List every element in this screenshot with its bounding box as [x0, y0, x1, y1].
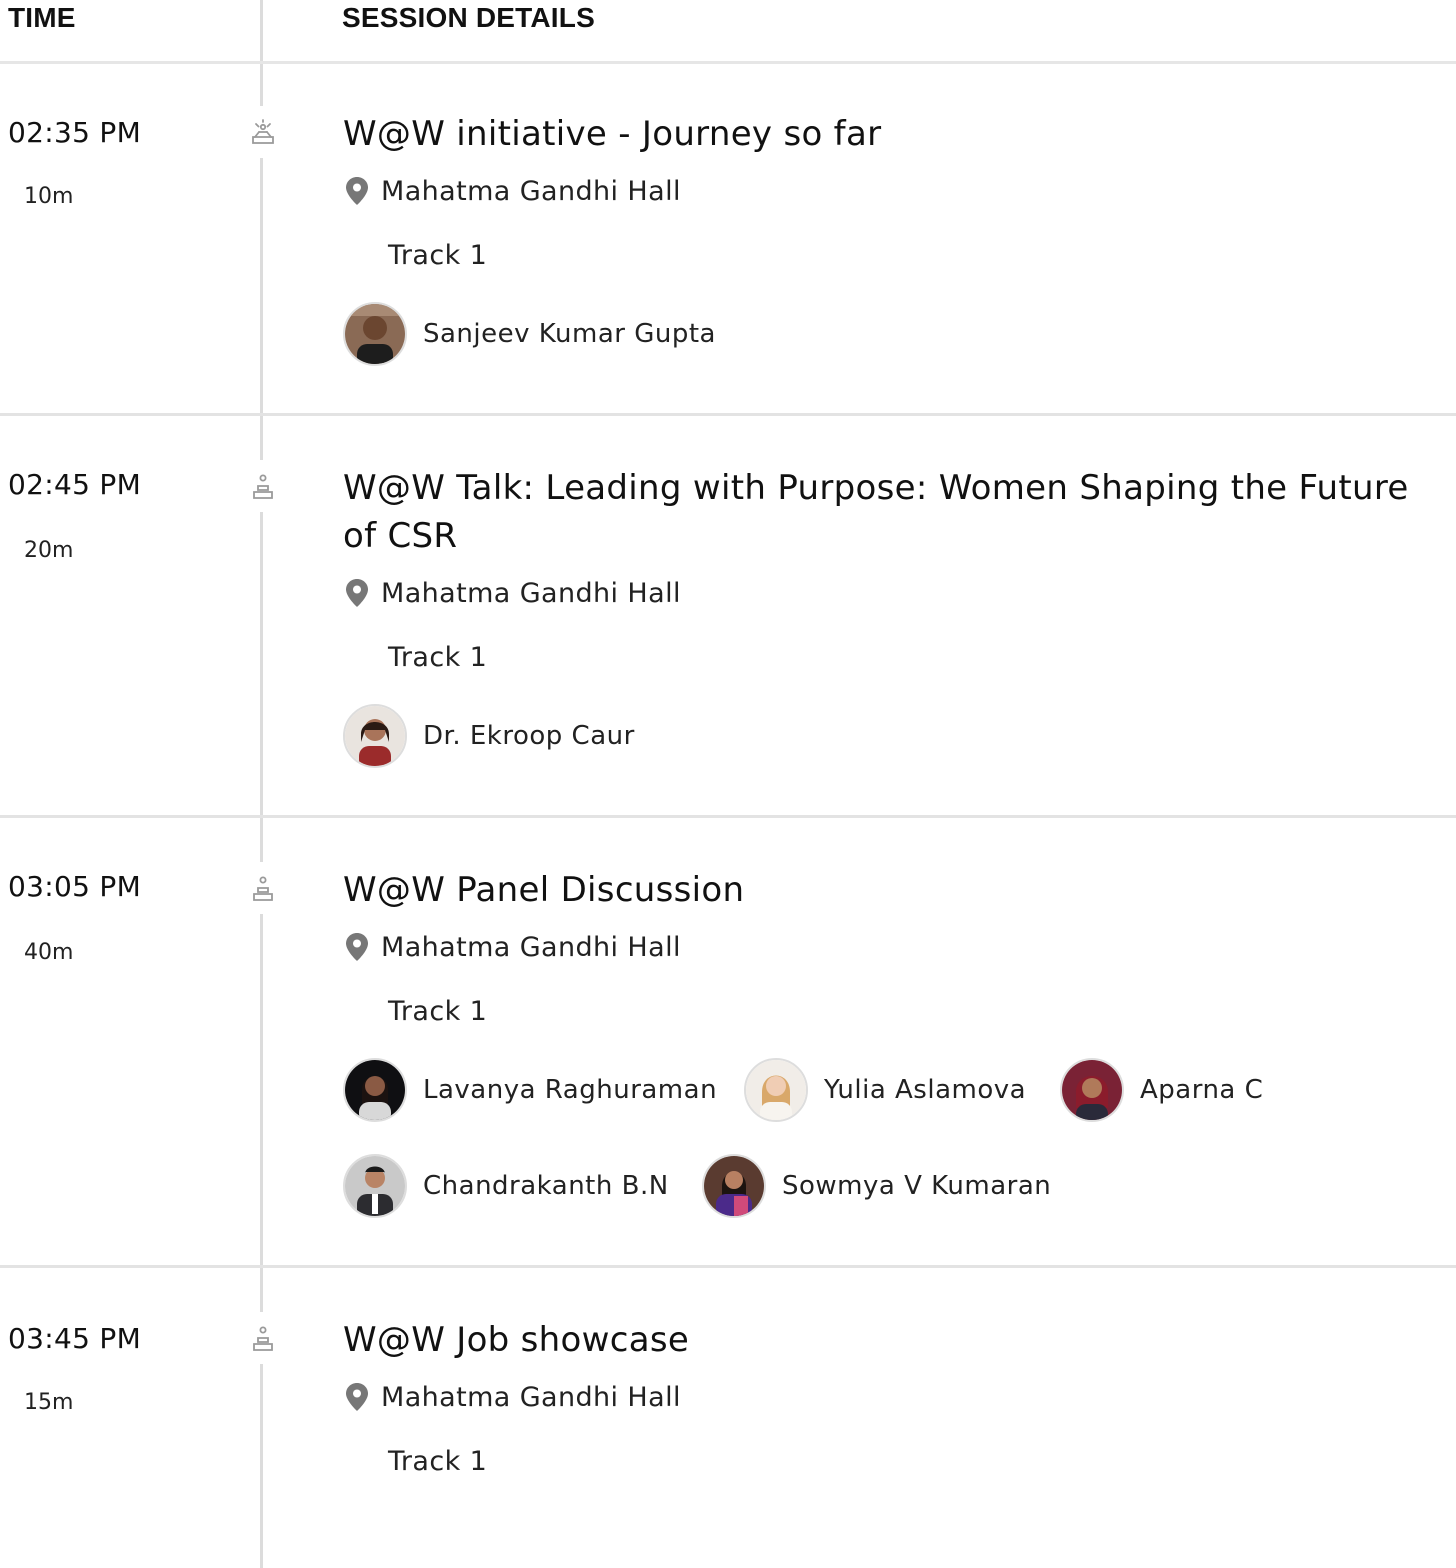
- location-pin-icon: [346, 932, 368, 961]
- location-name: Mahatma Gandhi Hall: [381, 176, 681, 207]
- speaker-chip[interactable]: Sowmya V Kumaran: [702, 1154, 1051, 1218]
- speaker-chip[interactable]: Sanjeev Kumar Gupta: [343, 302, 716, 366]
- session-track: Track 1: [388, 996, 488, 1027]
- session-location: Mahatma Gandhi Hall: [343, 176, 681, 209]
- session-time: 02:45 PM: [8, 468, 142, 501]
- session-details-column-header: SESSION DETAILS: [342, 2, 595, 33]
- podium-icon: [253, 474, 273, 499]
- speaker-avatar: [343, 1058, 407, 1122]
- session-track: Track 1: [388, 1446, 488, 1477]
- speaker-name: Chandrakanth B.N: [423, 1171, 669, 1201]
- speaker-name: Dr. Ekroop Caur: [423, 721, 635, 751]
- header-divider: [260, 0, 263, 61]
- speaker-name: Sowmya V Kumaran: [782, 1171, 1052, 1201]
- speaker-chip[interactable]: Dr. Ekroop Caur: [343, 704, 635, 768]
- session-duration: 20m: [24, 538, 74, 563]
- speaker-avatar: [702, 1154, 766, 1218]
- location-name: Mahatma Gandhi Hall: [381, 932, 681, 963]
- speaker-chip[interactable]: Chandrakanth B.N: [343, 1154, 669, 1218]
- speaker-chip[interactable]: Aparna C: [1060, 1058, 1263, 1122]
- location-name: Mahatma Gandhi Hall: [381, 578, 681, 609]
- session-track: Track 1: [388, 642, 488, 673]
- speaker-chip[interactable]: Lavanya Raghuraman: [343, 1058, 717, 1122]
- speaker-avatar: [343, 302, 407, 366]
- session-row[interactable]: 02:35 PM 10m W@W initiative - Journey so…: [0, 64, 1456, 416]
- podium-icon: [253, 1326, 273, 1351]
- podium-icon: [253, 876, 273, 901]
- session-row[interactable]: 03:45 PM 15m W@W Job showcase Mahatma Ga…: [0, 1268, 1456, 1568]
- session-time: 02:35 PM: [8, 116, 142, 149]
- session-duration: 40m: [24, 940, 74, 965]
- session-time: 03:05 PM: [8, 870, 142, 903]
- session-title[interactable]: W@W initiative - Journey so far: [343, 110, 1448, 158]
- session-row[interactable]: 02:45 PM 20m W@W Talk: Leading with Purp…: [0, 416, 1456, 818]
- speaker-avatar: [343, 1154, 407, 1218]
- speaker-avatar: [744, 1058, 808, 1122]
- location-pin-icon: [346, 176, 368, 205]
- speaker-name: Sanjeev Kumar Gupta: [423, 319, 716, 349]
- keynote-icon: [252, 119, 274, 144]
- speaker-name: Aparna C: [1140, 1075, 1264, 1105]
- session-duration: 15m: [24, 1390, 74, 1415]
- location-pin-icon: [346, 578, 368, 607]
- location-pin-icon: [346, 1382, 368, 1411]
- session-title[interactable]: W@W Panel Discussion: [343, 866, 1448, 914]
- session-duration: 10m: [24, 184, 74, 209]
- session-location: Mahatma Gandhi Hall: [343, 1382, 681, 1415]
- speaker-avatar: [343, 704, 407, 768]
- session-row[interactable]: 03:05 PM 40m W@W Panel Discussion Mahatm…: [0, 818, 1456, 1268]
- time-column-header: TIME: [8, 2, 76, 33]
- speaker-chip[interactable]: Yulia Aslamova: [744, 1058, 1026, 1122]
- schedule-header: TIME SESSION DETAILS: [0, 0, 1456, 64]
- speaker-avatar: [1060, 1058, 1124, 1122]
- speaker-name: Yulia Aslamova: [824, 1075, 1027, 1105]
- session-location: Mahatma Gandhi Hall: [343, 932, 681, 965]
- location-name: Mahatma Gandhi Hall: [381, 1382, 681, 1413]
- session-time: 03:45 PM: [8, 1322, 142, 1355]
- session-title[interactable]: W@W Talk: Leading with Purpose: Women Sh…: [343, 464, 1448, 560]
- session-location: Mahatma Gandhi Hall: [343, 578, 681, 611]
- speaker-name: Lavanya Raghuraman: [423, 1075, 718, 1105]
- session-track: Track 1: [388, 240, 488, 271]
- session-title[interactable]: W@W Job showcase: [343, 1316, 1448, 1364]
